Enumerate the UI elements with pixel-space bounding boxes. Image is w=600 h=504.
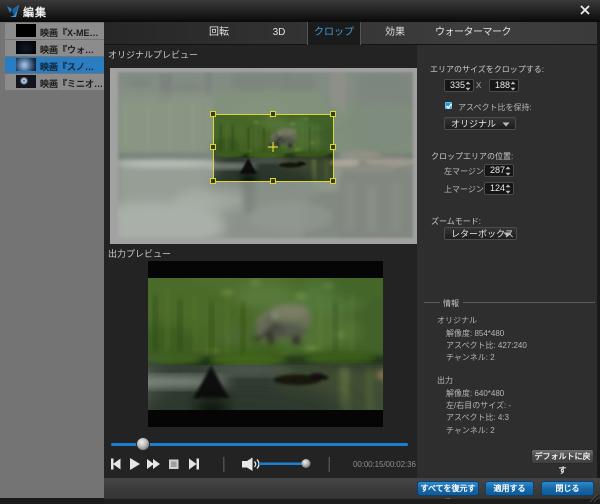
svg-text:00:00:15/00:02:36: 00:00:15/00:02:36 — [353, 460, 416, 469]
